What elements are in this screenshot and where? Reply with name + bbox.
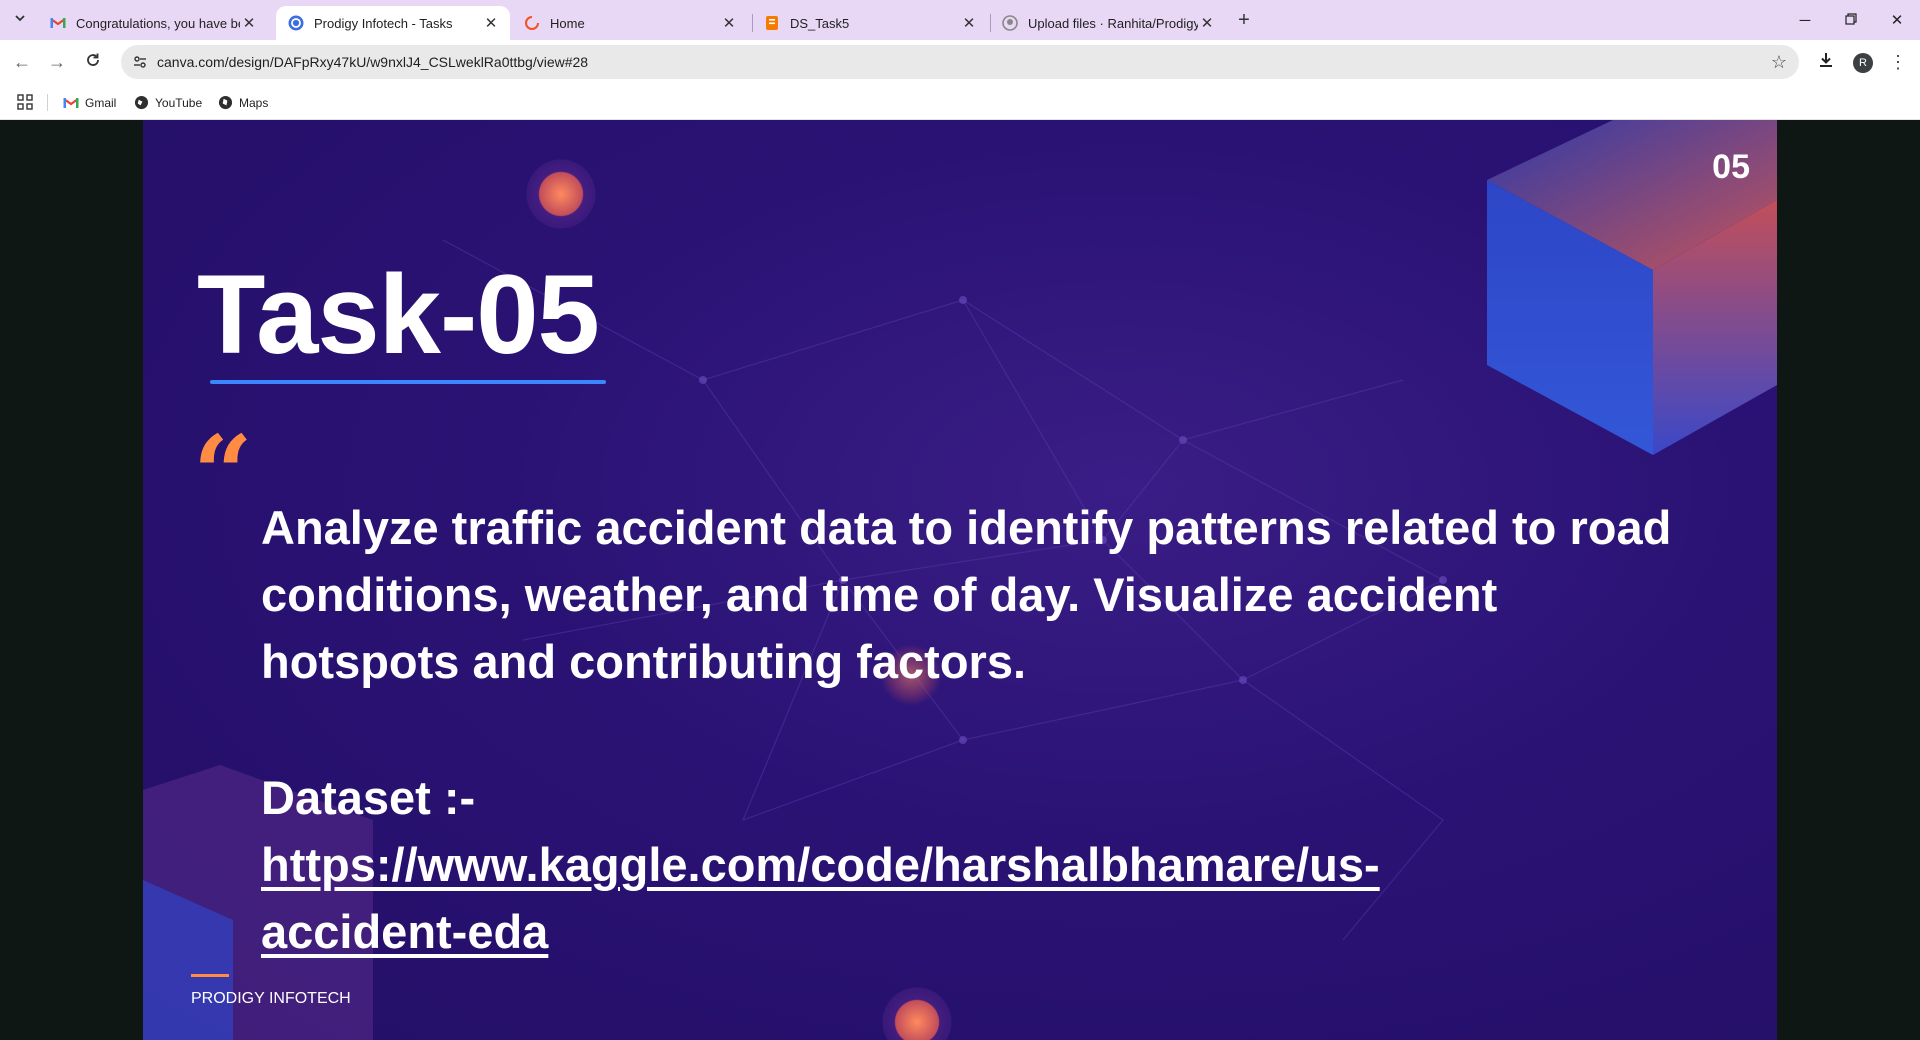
tab-ds-task5[interactable]: DS_Task5 ✕ xyxy=(752,6,988,40)
bookmark-separator xyxy=(47,94,48,111)
back-button[interactable]: ← xyxy=(8,48,36,76)
plus-icon: + xyxy=(1238,8,1250,31)
url-text[interactable]: canva.com/design/DAFpRxy47kU/w9nxlJ4_CSL… xyxy=(157,45,588,79)
arrow-left-icon: ← xyxy=(13,51,31,72)
slide-title: Task-05 xyxy=(197,252,600,377)
title-underline xyxy=(210,380,606,384)
bookmark-label: Maps xyxy=(239,95,269,110)
tab-prodigy-infotech[interactable]: Prodigy Infotech - Tasks ✕ xyxy=(276,6,510,40)
tab-title: Congratulations, you have been xyxy=(76,15,240,31)
github-icon xyxy=(1002,15,1018,31)
glow-dot-decoration xyxy=(521,154,601,234)
tab-title: Home xyxy=(550,15,585,31)
canva-icon xyxy=(288,15,304,31)
more-vertical-icon: ⋮ xyxy=(1889,51,1907,72)
browser-toolbar: ← → canva.com/design/DAFpRxy47kU/w9nxlJ4… xyxy=(0,40,1920,85)
loading-icon xyxy=(524,15,540,31)
bookmark-maps[interactable]: Maps xyxy=(217,85,268,120)
tab-title: DS_Task5 xyxy=(790,15,850,31)
close-icon[interactable]: ✕ xyxy=(720,14,738,32)
tab-title: Prodigy Infotech - Tasks xyxy=(314,15,453,31)
brand-accent-line xyxy=(191,974,229,977)
bookmark-label: Gmail xyxy=(85,95,117,110)
tab-strip: Congratulations, you have been ✕ Prodigy… xyxy=(0,0,1920,40)
apps-grid-icon[interactable] xyxy=(17,94,33,110)
slide-page-number: 05 xyxy=(1712,148,1750,186)
close-icon[interactable]: ✕ xyxy=(960,14,978,32)
close-icon: ✕ xyxy=(1890,12,1904,29)
tab-home[interactable]: Home ✕ xyxy=(512,6,748,40)
brand-name: PRODIGY INFOTECH xyxy=(191,990,351,1007)
downloads-button[interactable] xyxy=(1812,48,1840,76)
arrow-right-icon: → xyxy=(48,51,66,72)
restore-icon xyxy=(1845,12,1857,29)
quote-icon: “ xyxy=(193,412,253,535)
download-icon xyxy=(1817,51,1835,74)
dataset-link[interactable]: https://www.kaggle.com/code/harshalbhama… xyxy=(261,831,1511,965)
gmail-icon xyxy=(63,95,79,111)
slide: 05 Task-05 “ Analyze traffic accident da… xyxy=(143,120,1777,1040)
presentation-viewer: 05 Task-05 “ Analyze traffic accident da… xyxy=(0,120,1920,1040)
browser-menu-button[interactable]: ⋮ xyxy=(1884,48,1912,76)
tab-github-upload[interactable]: Upload files · Ranhita/Prodigy_I ✕ xyxy=(990,6,1226,40)
restore-button[interactable] xyxy=(1828,0,1874,40)
bookmark-gmail[interactable]: Gmail xyxy=(63,85,116,120)
site-settings-icon[interactable] xyxy=(132,54,148,70)
tab-gmail[interactable]: Congratulations, you have been ✕ xyxy=(38,6,268,40)
close-window-button[interactable]: ✕ xyxy=(1874,0,1920,40)
tab-search-button[interactable] xyxy=(6,8,34,32)
bookmark-star-icon[interactable]: ☆ xyxy=(1771,52,1787,73)
bookmarks-bar: Gmail YouTube Maps xyxy=(0,85,1920,120)
chevron-down-icon xyxy=(14,11,26,29)
bookmark-youtube[interactable]: YouTube xyxy=(133,85,202,120)
forward-button[interactable]: → xyxy=(43,48,71,76)
reload-icon xyxy=(85,52,101,73)
task-description: Analyze traffic accident data to identif… xyxy=(261,501,1672,688)
minimize-icon: ─ xyxy=(1799,11,1811,29)
dataset-label: Dataset :- xyxy=(261,771,476,824)
doc-icon xyxy=(764,15,780,31)
profile-avatar[interactable]: R xyxy=(1853,53,1873,73)
gmail-icon xyxy=(50,15,66,31)
globe-icon xyxy=(217,95,233,111)
new-tab-button[interactable]: + xyxy=(1232,8,1256,32)
close-icon[interactable]: ✕ xyxy=(482,14,500,32)
close-icon[interactable]: ✕ xyxy=(240,14,258,32)
minimize-button[interactable]: ─ xyxy=(1782,0,1828,40)
bookmark-label: YouTube xyxy=(155,95,203,110)
reload-button[interactable] xyxy=(79,48,107,76)
tab-title: Upload files · Ranhita/Prodigy_I xyxy=(1028,15,1198,31)
globe-icon xyxy=(133,95,149,111)
close-icon[interactable]: ✕ xyxy=(1198,14,1216,32)
address-bar[interactable]: canva.com/design/DAFpRxy47kU/w9nxlJ4_CSL… xyxy=(121,45,1799,79)
